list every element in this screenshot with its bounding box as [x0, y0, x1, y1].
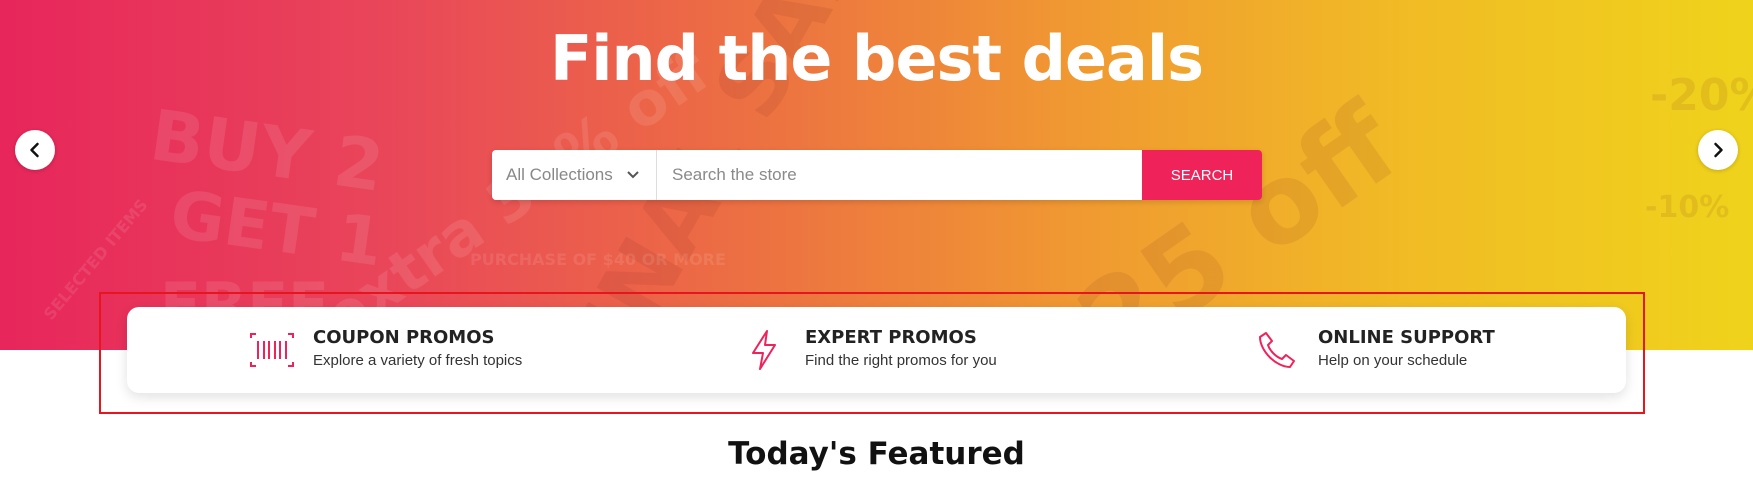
feature-title: EXPERT PROMOS	[805, 327, 977, 348]
todays-featured-heading: Today's Featured	[728, 436, 1025, 472]
barcode-icon	[249, 327, 295, 373]
feature-title: COUPON PROMOS	[313, 327, 495, 348]
collections-label: All Collections	[506, 165, 613, 184]
carousel-next-button[interactable]	[1698, 130, 1738, 170]
hero-title: Find the best deals	[549, 22, 1204, 95]
chevron-right-icon	[1714, 142, 1723, 158]
carousel-prev-button[interactable]	[15, 130, 55, 170]
feature-coupon-promos: COUPON PROMOS Explore a variety of fresh…	[249, 327, 522, 373]
chevron-down-icon	[627, 171, 639, 179]
hero-deco-text: PURCHASE OF $40 OR MORE	[470, 250, 726, 269]
collections-dropdown[interactable]: All Collections	[492, 150, 657, 200]
features-strip: COUPON PROMOS Explore a variety of fresh…	[127, 307, 1626, 393]
lightning-icon	[741, 327, 787, 373]
feature-subtitle: Explore a variety of fresh topics	[313, 352, 523, 369]
search-button[interactable]: SEARCH	[1142, 150, 1262, 200]
feature-online-support: ONLINE SUPPORT Help on your schedule	[1254, 327, 1495, 373]
feature-expert-promos: EXPERT PROMOS Find the right promos for …	[741, 327, 997, 373]
search-bar: All Collections SEARCH	[492, 150, 1262, 200]
hero-deco-text: -10%	[1645, 190, 1730, 225]
feature-title: ONLINE SUPPORT	[1318, 327, 1495, 348]
phone-icon	[1254, 327, 1300, 373]
search-input[interactable]	[657, 150, 1142, 200]
chevron-left-icon	[30, 142, 39, 158]
feature-subtitle: Help on your schedule	[1318, 352, 1468, 369]
feature-subtitle: Find the right promos for you	[805, 352, 997, 369]
